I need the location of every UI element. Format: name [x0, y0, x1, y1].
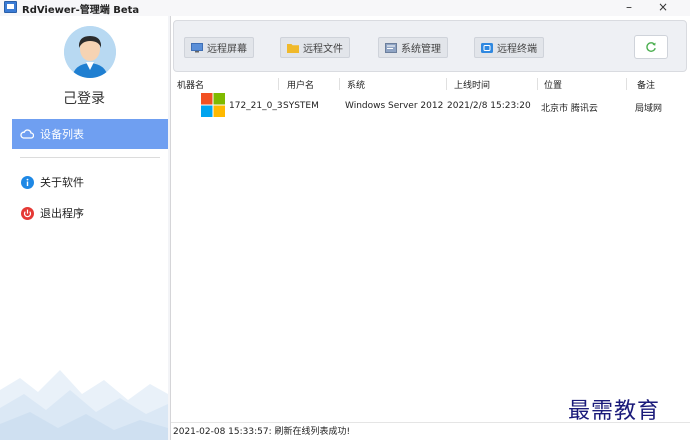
sidebar-item-device-list[interactable]: 设备列表: [12, 119, 168, 149]
refresh-icon: [646, 42, 656, 52]
sidebar-item-label: 关于软件: [40, 176, 84, 189]
cell-online-time: 2021/2/8 15:23:20: [447, 101, 531, 111]
cell-note: 局域网: [635, 104, 663, 114]
remote-terminal-button[interactable]: 远程终端: [474, 37, 544, 58]
column-header-online-time[interactable]: 上线时间: [454, 78, 490, 91]
cell-machine: 172_21_0_3: [229, 101, 283, 111]
monitor-icon: [191, 42, 203, 53]
column-header-machine[interactable]: 机器名: [177, 78, 204, 91]
system-manage-button[interactable]: 系统管理: [378, 37, 448, 58]
column-header-user[interactable]: 用户名: [287, 78, 314, 91]
sidebar-divider: [20, 157, 160, 158]
login-status: 己登录: [63, 91, 105, 107]
windows-logo-icon: [201, 93, 225, 117]
sidebar-item-about[interactable]: 关于软件: [12, 167, 168, 197]
system-manage-label: 系统管理: [401, 44, 441, 55]
cell-location: 北京市 腾讯云: [541, 104, 598, 114]
toolbar: 远程屏幕 远程文件 系统管理 远程终端: [173, 20, 687, 72]
window-title: RdViewer-管理端 Beta: [22, 5, 140, 16]
column-separator: [537, 78, 538, 90]
column-separator: [446, 78, 447, 90]
remote-terminal-label: 远程终端: [497, 44, 537, 55]
terminal-icon: [481, 42, 493, 53]
minimize-button[interactable]: –: [618, 0, 640, 16]
column-separator: [339, 78, 340, 90]
remote-files-button[interactable]: 远程文件: [280, 37, 350, 58]
decorative-mountains: [0, 370, 168, 440]
cell-user: SYSTEM: [283, 101, 319, 111]
table-row[interactable]: 172_21_0_3 SYSTEM Windows Server 2012 ..…: [171, 93, 690, 119]
column-header-location[interactable]: 位置: [544, 78, 562, 91]
sidebar: 己登录 设备列表 关于软件 退出程序: [0, 16, 168, 440]
cloud-icon: [20, 127, 34, 141]
power-icon: [20, 206, 34, 220]
app-window: RdViewer-管理端 Beta – × 己登录 设备列表 关于软件 退出程序…: [0, 0, 690, 440]
info-icon: [20, 175, 34, 189]
app-logo-icon: [4, 1, 17, 13]
cell-os: Windows Server 2012 ...: [345, 101, 445, 111]
title-bar: RdViewer-管理端 Beta – ×: [0, 0, 690, 16]
sidebar-item-exit[interactable]: 退出程序: [12, 198, 168, 228]
column-separator: [278, 78, 279, 90]
column-header-note[interactable]: 备注: [637, 78, 655, 91]
remote-files-label: 远程文件: [303, 44, 343, 55]
sidebar-item-label: 退出程序: [40, 207, 84, 220]
watermark-text: 最需教育: [568, 399, 661, 424]
user-avatar-icon: [64, 26, 116, 78]
remote-screen-button[interactable]: 远程屏幕: [184, 37, 254, 58]
status-message: 2021-02-08 15:33:57: 刷新在线列表成功!: [173, 427, 351, 437]
avatar: [64, 26, 116, 78]
column-separator: [626, 78, 627, 90]
close-button[interactable]: ×: [652, 0, 674, 16]
folder-icon: [287, 43, 299, 53]
system-icon: [385, 42, 397, 53]
column-header-os[interactable]: 系统: [347, 78, 365, 91]
refresh-button[interactable]: [634, 35, 668, 59]
sidebar-item-label: 设备列表: [40, 128, 84, 141]
table-header: 机器名 用户名 系统 上线时间 位置 备注: [171, 76, 690, 92]
remote-screen-label: 远程屏幕: [207, 44, 247, 55]
main-content: 远程屏幕 远程文件 系统管理 远程终端 机器名 用户名 系统 上线时间 位置 备…: [170, 16, 690, 440]
